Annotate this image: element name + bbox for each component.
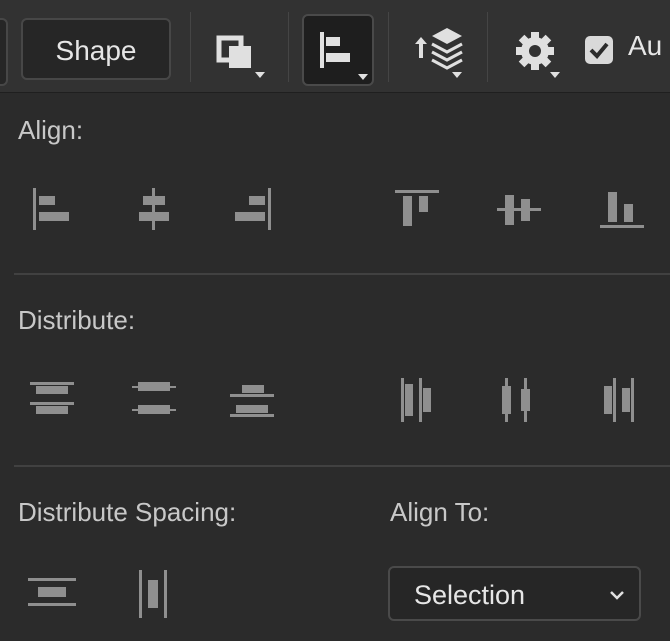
distribute-vertical-spacing-button[interactable]	[24, 566, 80, 622]
align-left-edges-icon	[33, 188, 69, 230]
path-arrangement-icon	[415, 28, 463, 78]
distribute-vertical-spacing-icon	[28, 578, 76, 606]
auto-label: Au	[628, 30, 663, 61]
distribute-bottom-edges-button[interactable]	[224, 372, 280, 428]
align-right-edges-icon	[235, 188, 271, 230]
toolbar-divider	[190, 12, 191, 82]
align-left-edges-button[interactable]	[24, 182, 80, 238]
distribute-horizontal-centers-icon	[502, 378, 530, 422]
shape-button[interactable]: Shape	[21, 18, 171, 80]
distribute-heading: Distribute:	[18, 305, 136, 335]
options-toolbar: Shape Au	[0, 0, 670, 93]
align-top-edges-icon	[395, 190, 439, 226]
align-bottom-edges-icon	[600, 192, 644, 228]
path-arrangement-button[interactable]	[401, 14, 473, 86]
path-operations-icon	[216, 35, 265, 78]
distribute-right-edges-button[interactable]	[594, 372, 650, 428]
align-to-dropdown[interactable]: Selection	[388, 566, 641, 621]
chevron-down-icon	[610, 591, 624, 600]
distribute-vertical-centers-icon	[132, 382, 176, 414]
align-vertical-centers-button[interactable]	[491, 182, 547, 238]
section-divider	[14, 465, 670, 467]
path-alignment-button[interactable]	[302, 14, 374, 86]
section-divider	[14, 273, 670, 275]
toolbar-divider	[388, 12, 389, 82]
align-bottom-edges-button[interactable]	[594, 182, 650, 238]
align-vertical-centers-icon	[497, 195, 541, 225]
align-horizontal-centers-icon	[139, 188, 169, 230]
distribute-left-edges-icon	[401, 378, 431, 422]
distribute-left-edges-button[interactable]	[389, 372, 445, 428]
align-heading: Align:	[18, 115, 84, 145]
distribute-horizontal-centers-button[interactable]	[491, 372, 547, 428]
path-operations-button[interactable]	[203, 14, 275, 86]
toolbar-divider	[487, 12, 488, 82]
settings-button[interactable]	[500, 14, 572, 86]
path-alignment-icon	[320, 32, 368, 80]
auto-checkbox[interactable]	[585, 36, 613, 64]
distribute-bottom-edges-icon	[230, 385, 274, 417]
checkmark-icon	[589, 42, 609, 59]
align-right-edges-button[interactable]	[224, 182, 280, 238]
toolbar-left-control[interactable]	[0, 18, 8, 86]
distribute-right-edges-icon	[604, 378, 634, 422]
align-top-edges-button[interactable]	[389, 182, 445, 238]
distribute-horizontal-spacing-icon	[139, 570, 167, 618]
toolbar-divider	[288, 12, 289, 82]
distribute-vertical-centers-button[interactable]	[126, 372, 182, 428]
distribute-top-edges-icon	[30, 382, 74, 414]
align-to-heading: Align To:	[390, 497, 490, 527]
settings-gear-icon	[516, 32, 560, 78]
align-to-value: Selection	[414, 580, 526, 610]
distribute-spacing-heading: Distribute Spacing:	[18, 497, 237, 527]
distribute-horizontal-spacing-button[interactable]	[126, 566, 182, 622]
align-horizontal-centers-button[interactable]	[126, 182, 182, 238]
distribute-top-edges-button[interactable]	[24, 372, 80, 428]
